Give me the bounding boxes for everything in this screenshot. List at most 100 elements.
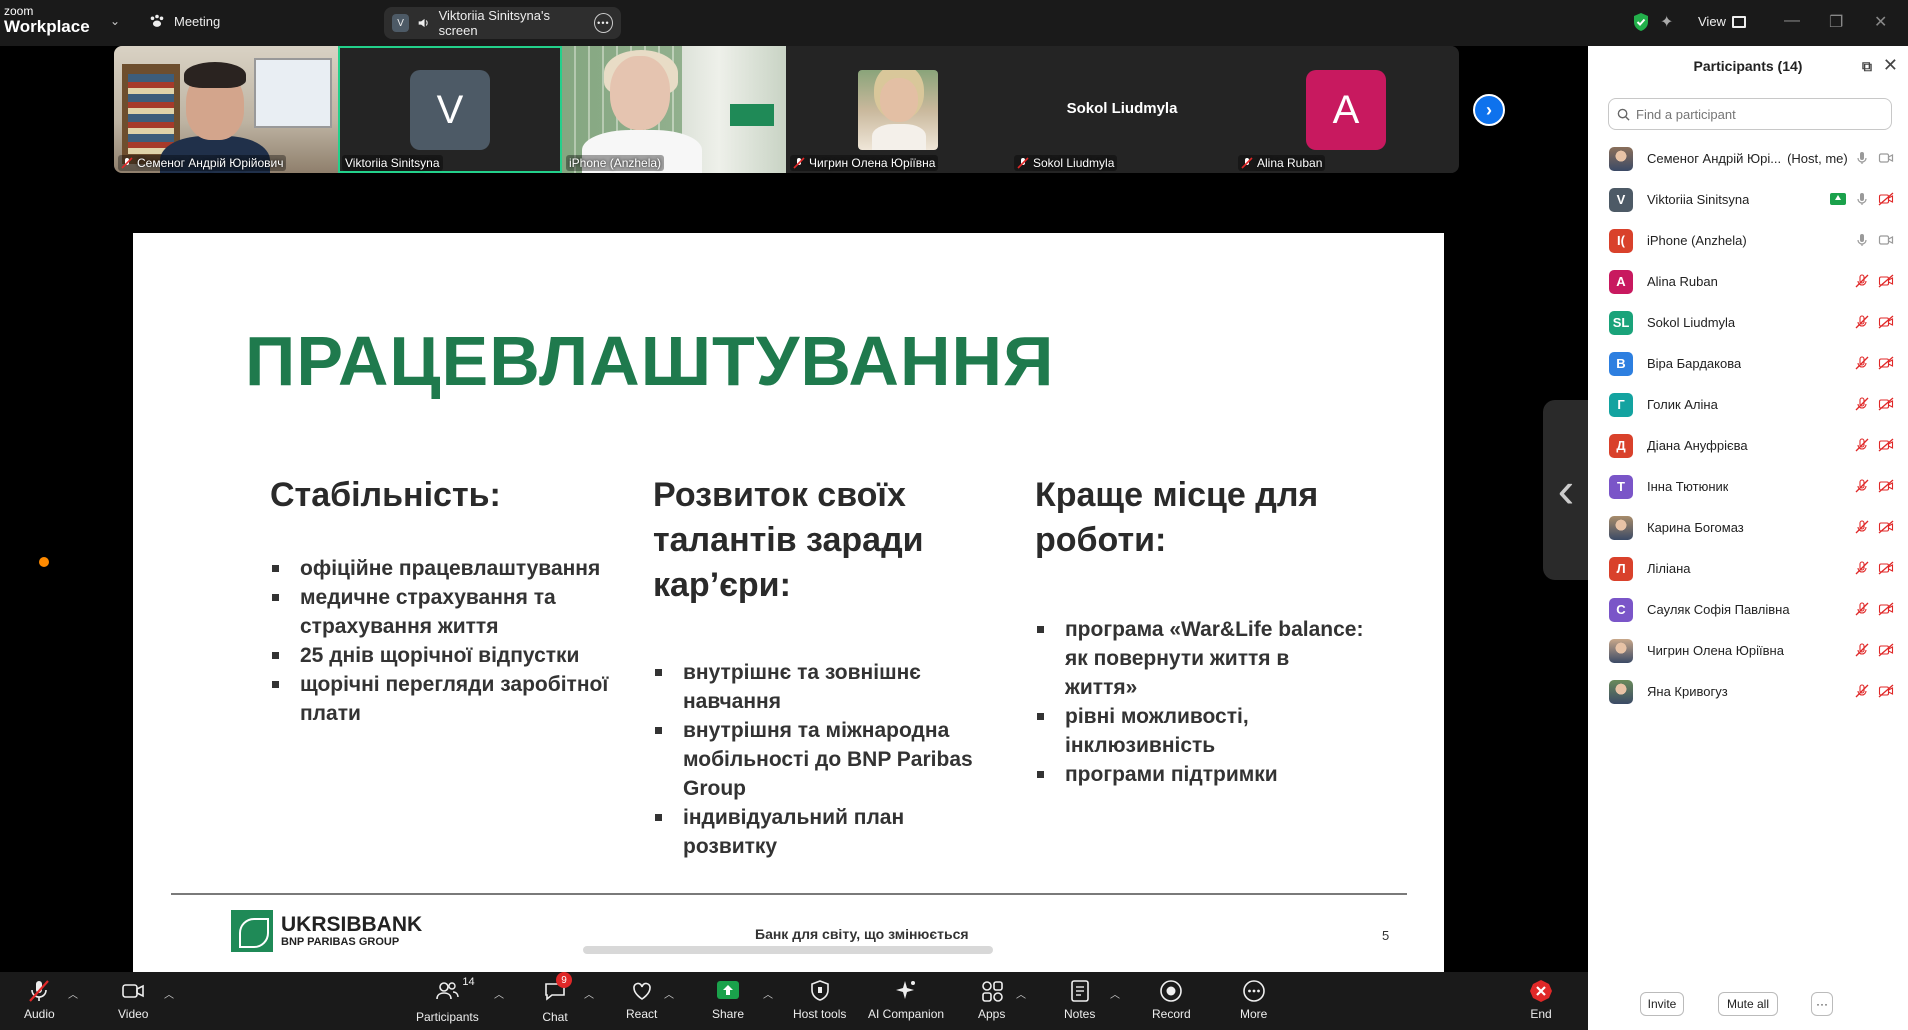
- more-dots-icon: [1242, 980, 1265, 1002]
- screen-share-indicator[interactable]: V Viktoriia Sinitsyna's screen •••: [384, 7, 621, 39]
- search-input[interactable]: [1636, 106, 1876, 122]
- mic-muted-icon[interactable]: [1854, 560, 1870, 576]
- chevron-up-icon[interactable]: ︿: [763, 986, 773, 1001]
- video-off-icon[interactable]: [1878, 683, 1894, 699]
- more-options-icon[interactable]: •••: [593, 13, 613, 33]
- collapse-panel-handle[interactable]: ‹: [1543, 400, 1589, 580]
- host-tools-button[interactable]: Host tools: [793, 978, 846, 1021]
- mic-muted-icon[interactable]: [1854, 683, 1870, 699]
- ai-sparkle-icon[interactable]: ✦: [1660, 12, 1673, 32]
- chevron-down-icon[interactable]: ⌄: [110, 14, 120, 28]
- video-tile[interactable]: iPhone (Anzhela): [562, 46, 786, 173]
- participant-row[interactable]: A Alina Ruban: [1588, 261, 1908, 302]
- participant-name: iPhone (Anzhela): [1647, 233, 1747, 248]
- video-camera-icon[interactable]: [1878, 150, 1894, 166]
- ai-companion-button[interactable]: AI Companion: [868, 978, 944, 1021]
- video-off-icon[interactable]: [1878, 560, 1894, 576]
- video-off-icon[interactable]: [1878, 519, 1894, 535]
- maximize-icon[interactable]: ❐: [1829, 12, 1843, 32]
- mic-icon[interactable]: [1854, 232, 1870, 248]
- participant-row[interactable]: I(iPhone (Anzhela): [1588, 220, 1908, 261]
- audio-button[interactable]: Audio: [24, 978, 55, 1021]
- security-shield-icon[interactable]: [1632, 12, 1650, 32]
- participant-row[interactable]: Семеног Андрій Юрі... (Host, me): [1588, 138, 1908, 179]
- mic-muted-icon[interactable]: [1854, 642, 1870, 658]
- participant-row[interactable]: Т Інна Тютюник: [1588, 466, 1908, 507]
- tile-name-label: iPhone (Anzhela): [566, 155, 665, 171]
- video-off-icon[interactable]: [1878, 478, 1894, 494]
- chevron-up-icon[interactable]: ︿: [164, 986, 174, 1001]
- close-icon[interactable]: ✕: [1883, 55, 1898, 76]
- more-options-button[interactable]: ···: [1811, 992, 1833, 1016]
- brand-zoom-text: zoom: [4, 4, 34, 18]
- chevron-up-icon[interactable]: ︿: [584, 986, 594, 1001]
- more-button[interactable]: More: [1240, 978, 1267, 1021]
- participant-row[interactable]: Карина Богомаз: [1588, 507, 1908, 548]
- video-off-icon[interactable]: [1878, 273, 1894, 289]
- participant-row[interactable]: Д Діана Ануфрієва: [1588, 425, 1908, 466]
- mic-icon[interactable]: [1854, 191, 1870, 207]
- video-tile[interactable]: Чигрин Олена Юріївна: [786, 46, 1010, 173]
- chevron-up-icon[interactable]: ︿: [1016, 986, 1026, 1001]
- tile-center-name: Sokol Liudmyla: [1066, 100, 1178, 117]
- pop-out-icon[interactable]: ⧉: [1862, 58, 1872, 75]
- end-meeting-button[interactable]: End: [1528, 978, 1554, 1021]
- mic-muted-icon[interactable]: [1854, 396, 1870, 412]
- video-tile[interactable]: A Alina Ruban: [1234, 46, 1458, 173]
- participant-row[interactable]: V Viktoriia Sinitsyna: [1588, 179, 1908, 220]
- mute-all-button[interactable]: Mute all: [1718, 992, 1778, 1016]
- video-off-icon[interactable]: [1878, 314, 1894, 330]
- apps-button[interactable]: Apps: [978, 978, 1005, 1021]
- chat-button[interactable]: 9 Chat: [542, 972, 572, 1024]
- participant-row[interactable]: Яна Кривогуз: [1588, 671, 1908, 712]
- video-off-icon[interactable]: [1878, 396, 1894, 412]
- chevron-up-icon[interactable]: ︿: [1110, 986, 1120, 1001]
- react-button[interactable]: React: [626, 978, 657, 1021]
- minimize-icon[interactable]: —: [1784, 12, 1800, 30]
- horizontal-scrollbar[interactable]: [583, 946, 993, 954]
- record-button[interactable]: Record: [1152, 978, 1191, 1021]
- view-button[interactable]: View: [1698, 14, 1746, 29]
- participant-row[interactable]: Чигрин Олена Юріївна: [1588, 630, 1908, 671]
- mic-muted-icon[interactable]: [1854, 601, 1870, 617]
- list-item: рівні можливості, інклюзивність: [1035, 702, 1365, 760]
- profile-photo: [858, 70, 938, 150]
- participant-row[interactable]: Л Ліліана: [1588, 548, 1908, 589]
- mic-muted-icon[interactable]: [1854, 519, 1870, 535]
- close-window-icon[interactable]: ✕: [1874, 12, 1887, 32]
- video-off-icon[interactable]: [1878, 437, 1894, 453]
- video-off-icon[interactable]: [1878, 642, 1894, 658]
- video-camera-icon[interactable]: [1878, 232, 1894, 248]
- zoom-workplace-logo[interactable]: zoom Workplace: [4, 5, 90, 35]
- mic-muted-icon[interactable]: [1854, 437, 1870, 453]
- participant-row[interactable]: SL Sokol Liudmyla: [1588, 302, 1908, 343]
- share-screen-button[interactable]: Share: [712, 978, 744, 1021]
- video-tile[interactable]: Семеног Андрій Юрійович: [114, 46, 338, 173]
- chevron-up-icon[interactable]: ︿: [68, 986, 78, 1001]
- participant-row[interactable]: Г Голик Аліна: [1588, 384, 1908, 425]
- participant-search[interactable]: [1608, 98, 1892, 130]
- mic-muted-icon[interactable]: [1854, 314, 1870, 330]
- video-tile[interactable]: Sokol Liudmyla Sokol Liudmyla: [1010, 46, 1234, 173]
- mic-muted-icon[interactable]: [1854, 355, 1870, 371]
- next-page-arrow-icon[interactable]: ›: [1473, 94, 1505, 126]
- mic-muted-icon[interactable]: [1854, 478, 1870, 494]
- chevron-left-icon: ‹: [1557, 462, 1575, 518]
- tile-name-label: Sokol Liudmyla: [1014, 155, 1118, 171]
- participant-row[interactable]: В Віра Бардакова: [1588, 343, 1908, 384]
- video-off-icon[interactable]: [1878, 601, 1894, 617]
- meeting-info-button[interactable]: Meeting: [148, 12, 220, 30]
- video-off-icon[interactable]: [1878, 355, 1894, 371]
- chevron-up-icon[interactable]: ︿: [494, 986, 504, 1001]
- participant-avatar: A: [1609, 269, 1633, 294]
- mic-icon[interactable]: [1854, 150, 1870, 166]
- video-tile-active-speaker[interactable]: V Viktoriia Sinitsyna: [338, 46, 562, 173]
- participant-row[interactable]: С Сауляк Софія Павлівна: [1588, 589, 1908, 630]
- chevron-up-icon[interactable]: ︿: [664, 986, 674, 1001]
- notes-button[interactable]: Notes: [1064, 978, 1095, 1021]
- video-button[interactable]: Video: [118, 978, 148, 1021]
- participants-button[interactable]: 14 Participants: [416, 976, 479, 1024]
- mic-muted-icon[interactable]: [1854, 273, 1870, 289]
- invite-button[interactable]: Invite: [1640, 992, 1684, 1016]
- video-off-icon[interactable]: [1878, 191, 1894, 207]
